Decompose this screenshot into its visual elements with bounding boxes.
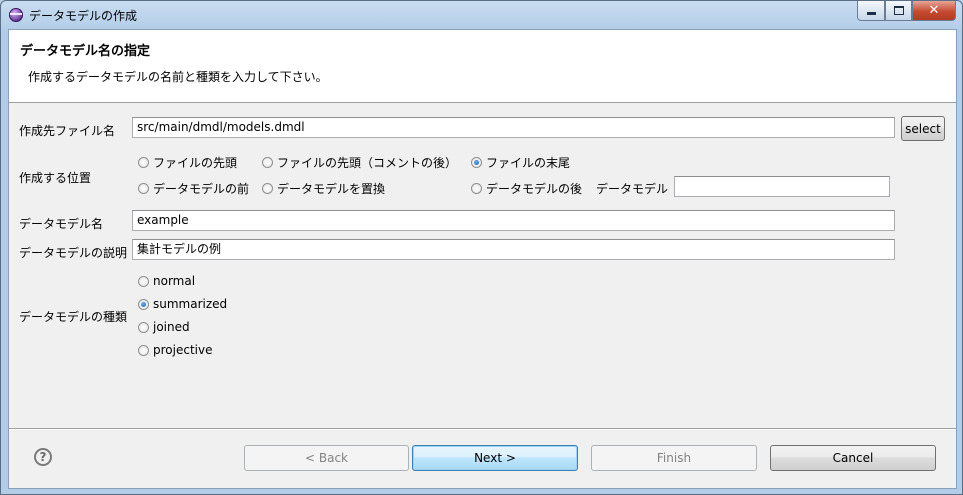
radio-label: ファイルの末尾 [486, 156, 571, 170]
close-icon: ✕ [928, 3, 940, 18]
model-description-input[interactable]: 集計モデルの例 [132, 239, 895, 260]
position-after-comment-radio[interactable]: ファイルの先頭（コメントの後） [262, 154, 457, 171]
back-button[interactable]: < Back [244, 445, 409, 471]
close-button[interactable]: ✕ [912, 1, 956, 21]
radio-label: データモデルの前 [153, 182, 250, 196]
radio-icon [138, 157, 149, 168]
eclipse-app-icon [9, 8, 23, 22]
maximize-button[interactable] [885, 1, 912, 21]
dialog-window: データモデルの作成 ✕ データモデル名の指定 作成するデータモデルの名前と種類を… [0, 0, 963, 495]
finish-button[interactable]: Finish [591, 445, 757, 471]
radio-label: データモデルの後 [486, 182, 583, 196]
radio-label: ファイルの先頭（コメントの後） [277, 156, 458, 170]
radio-icon [262, 183, 273, 194]
target-file-label: 作成先ファイル名 [19, 124, 116, 138]
next-button[interactable]: Next > [412, 445, 578, 471]
wizard-page: データモデル名の指定 作成するデータモデルの名前と種類を入力して下さい。 作成先… [8, 29, 957, 489]
radio-icon [262, 157, 273, 168]
position-file-end-radio[interactable]: ファイルの末尾 [471, 154, 570, 171]
radio-checked-icon [471, 157, 482, 168]
position-label: 作成する位置 [19, 171, 92, 185]
kind-normal-radio[interactable]: normal [138, 274, 195, 288]
window-controls: ✕ [857, 1, 956, 21]
radio-icon [138, 183, 149, 194]
data-model-ref-input[interactable] [674, 176, 890, 197]
radio-label: normal [153, 274, 196, 288]
target-file-input[interactable]: src/main/dmdl/models.dmdl [132, 117, 895, 138]
model-name-label: データモデル名 [19, 217, 104, 231]
radio-label: ファイルの先頭 [153, 156, 238, 170]
radio-icon [138, 344, 149, 356]
kind-joined-radio[interactable]: joined [138, 320, 190, 334]
page-description: 作成するデータモデルの名前と種類を入力して下さい。 [28, 70, 328, 84]
model-kind-label: データモデルの種類 [19, 310, 128, 324]
maximize-icon [893, 6, 904, 15]
radio-label: データモデルを置換 [277, 182, 386, 196]
radio-label: summarized [153, 297, 228, 311]
data-model-ref-label: データモデル [596, 182, 669, 196]
position-file-start-radio[interactable]: ファイルの先頭 [138, 154, 237, 171]
footer-separator [9, 428, 956, 430]
minimize-icon [866, 12, 876, 15]
position-before-model-radio[interactable]: データモデルの前 [138, 180, 249, 197]
cancel-button[interactable]: Cancel [770, 445, 936, 471]
minimize-button[interactable] [857, 1, 885, 21]
wizard-banner: データモデル名の指定 作成するデータモデルの名前と種類を入力して下さい。 [9, 30, 956, 103]
model-name-input[interactable]: example [132, 210, 895, 231]
title-bar[interactable]: データモデルの作成 ✕ [1, 1, 962, 29]
radio-label: joined [153, 320, 190, 334]
radio-icon [138, 321, 149, 333]
help-icon[interactable]: ? [34, 448, 52, 466]
window-title: データモデルの作成 [29, 9, 138, 23]
position-after-model-radio[interactable]: データモデルの後 [471, 180, 582, 197]
radio-label: projective [153, 343, 213, 357]
radio-icon [471, 183, 482, 194]
page-title: データモデル名の指定 [20, 44, 151, 59]
kind-projective-radio[interactable]: projective [138, 343, 212, 357]
select-file-button[interactable]: select [901, 116, 945, 141]
kind-summarized-radio[interactable]: summarized [138, 297, 227, 311]
model-description-label: データモデルの説明 [19, 246, 128, 260]
radio-checked-icon [138, 298, 149, 310]
radio-icon [138, 275, 149, 287]
position-replace-model-radio[interactable]: データモデルを置換 [262, 180, 385, 197]
